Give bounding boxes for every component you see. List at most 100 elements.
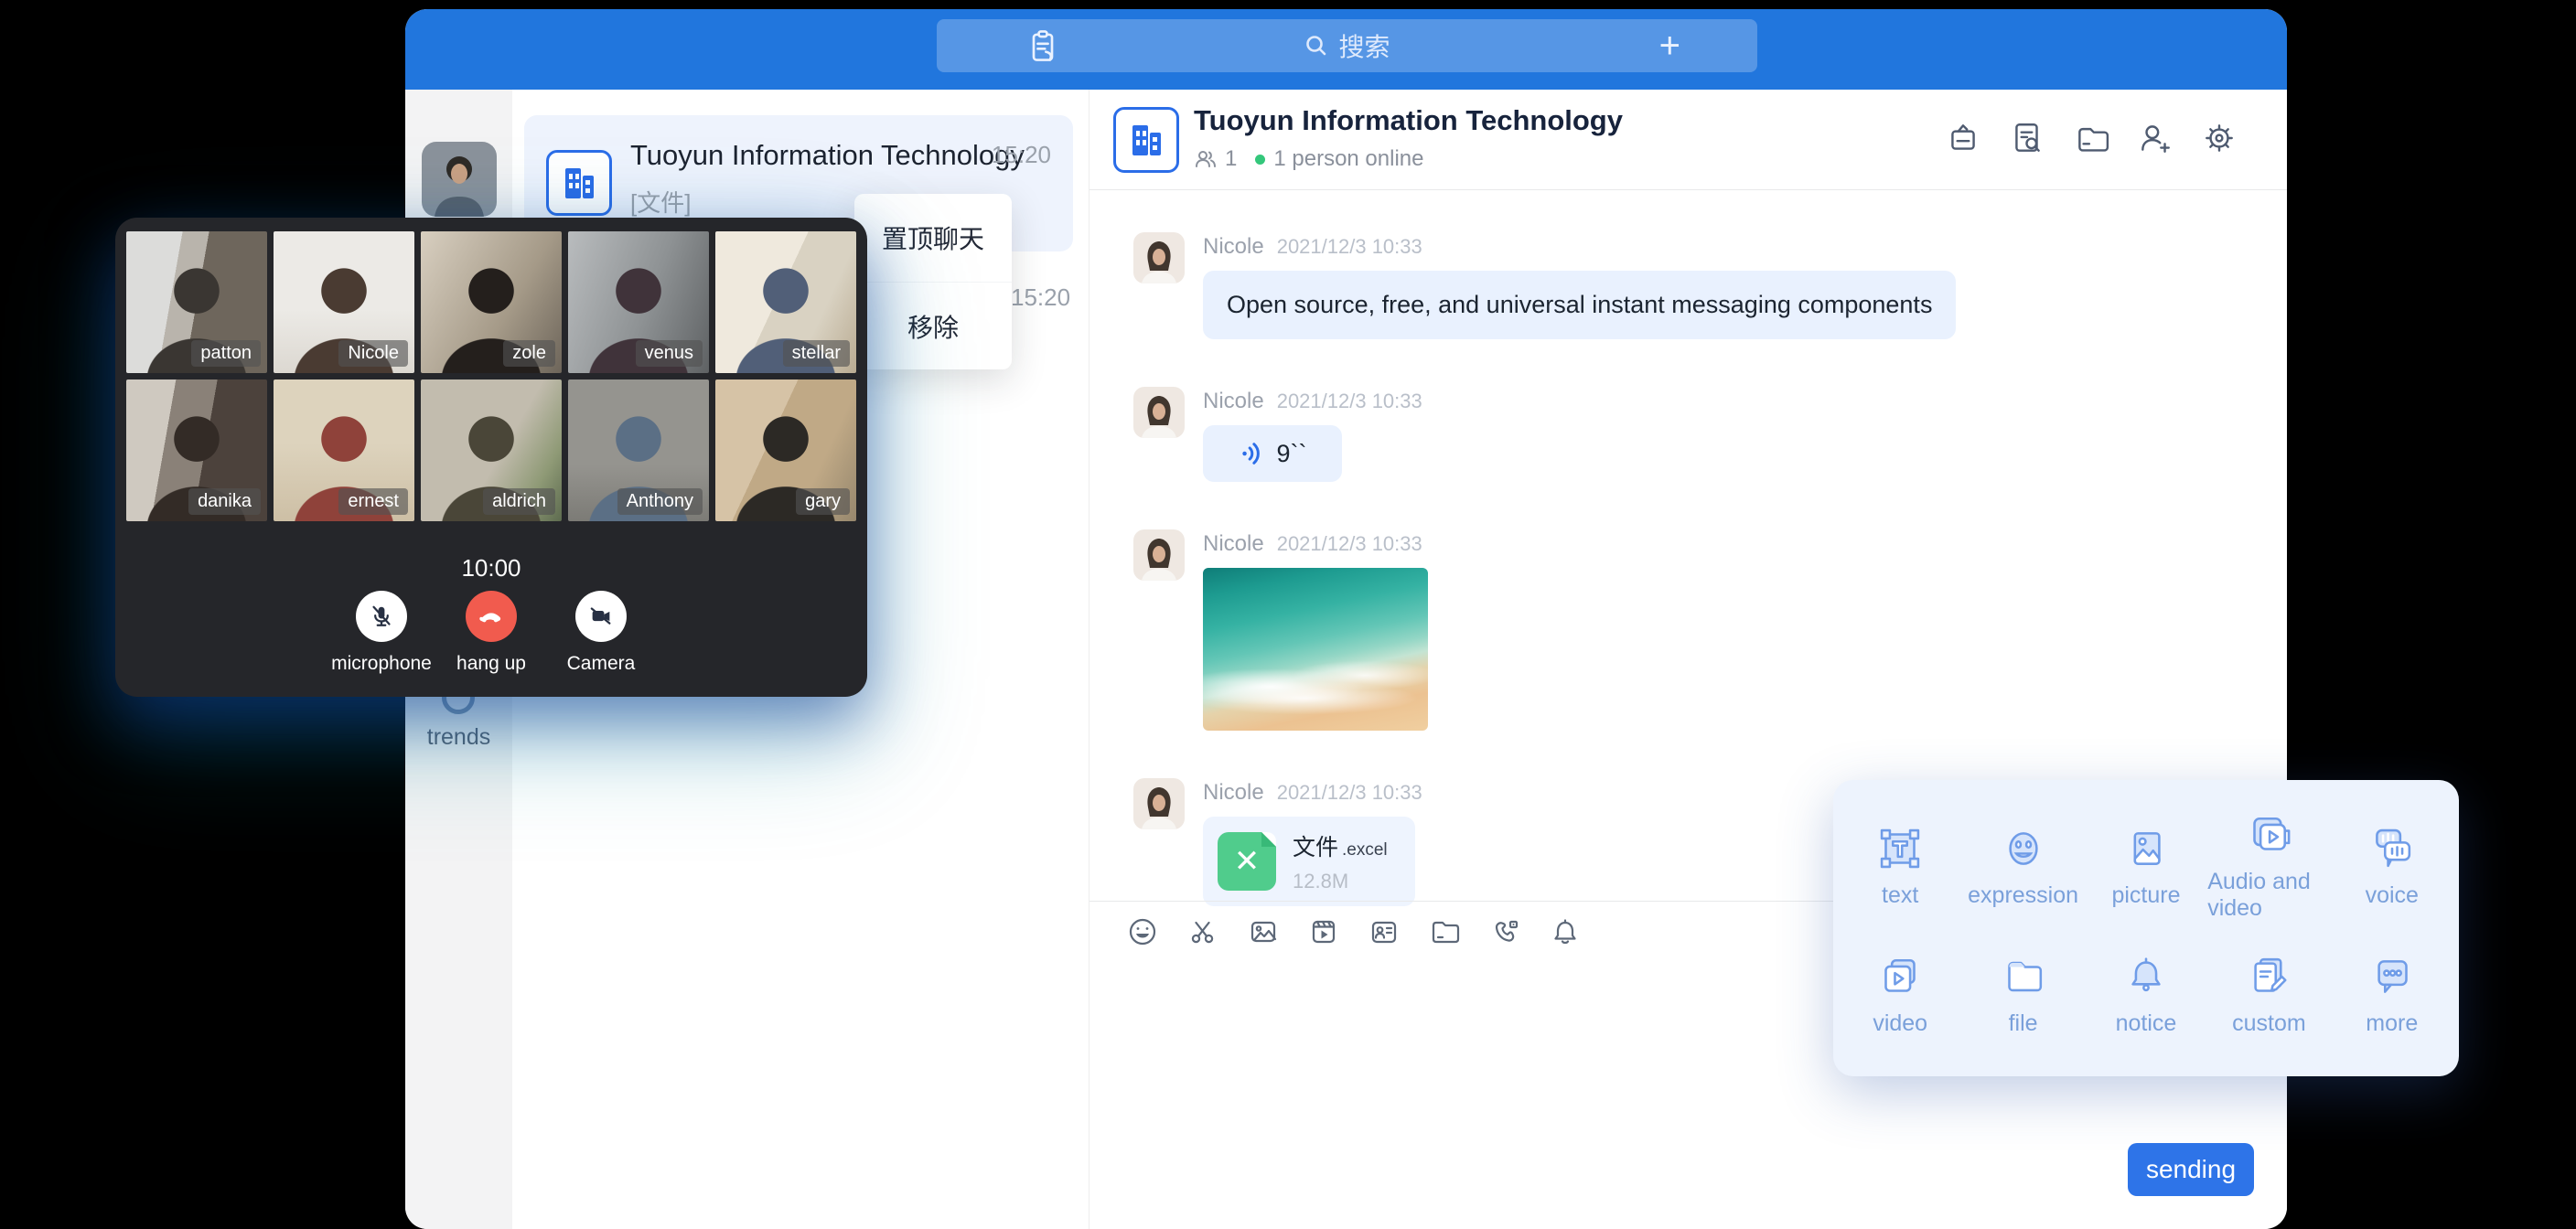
feature-file[interactable]: file: [1961, 928, 2084, 1056]
conversation-time: 15:20: [1011, 283, 1070, 312]
top-bar: 搜索 +: [405, 9, 2287, 90]
file-folder-icon[interactable]: [1428, 915, 1461, 948]
participant-tile: aldrich: [421, 379, 562, 521]
voice-message-bubble[interactable]: 9``: [1203, 425, 1342, 482]
message-type-panel: text expression picture Audio and video: [1833, 780, 2459, 1076]
conversation-last-message: [文件]: [630, 185, 691, 219]
notice-bell-icon: [2118, 948, 2174, 1005]
search-input[interactable]: 搜索 +: [937, 19, 1757, 72]
text-icon: [1872, 820, 1928, 877]
message-text: Nicole 2021/12/3 10:33 Open source, free…: [1133, 232, 2287, 339]
feature-voice[interactable]: voice: [2331, 800, 2453, 928]
hang-up-button[interactable]: hang up: [436, 591, 546, 675]
feature-expression[interactable]: expression: [1961, 800, 2084, 928]
message-time: 2021/12/3 10:33: [1277, 781, 1422, 805]
message-voice: Nicole 2021/12/3 10:33 9``: [1133, 387, 2287, 482]
participant-tile: gary: [715, 379, 856, 521]
conversation-title: Tuoyun Information Technology: [630, 139, 1025, 172]
video-icon: [1872, 948, 1928, 1005]
participant-grid: patton Nicole zole venus stellar danika …: [126, 231, 856, 521]
text-bubble: Open source, free, and universal instant…: [1203, 271, 1956, 339]
participant-tile: Anthony: [568, 379, 709, 521]
expression-icon: [1995, 820, 2052, 877]
message-time: 2021/12/3 10:33: [1277, 532, 1422, 556]
context-menu: 置顶聊天 移除: [854, 194, 1012, 369]
participant-name: zole: [503, 340, 555, 367]
feature-video[interactable]: video: [1839, 928, 1961, 1056]
feature-picture[interactable]: picture: [2085, 800, 2207, 928]
feature-audio-video[interactable]: Audio and video: [2207, 800, 2330, 928]
notification-bell-icon[interactable]: [1549, 915, 1582, 948]
menu-item-remove[interactable]: 移除: [854, 282, 1012, 369]
search-placeholder: 搜索: [1338, 27, 1390, 64]
send-button[interactable]: sending: [2128, 1143, 2254, 1196]
participant-name: ernest: [338, 488, 408, 515]
chat-history-search-icon[interactable]: [2009, 120, 2045, 156]
participant-tile: danika: [126, 379, 267, 521]
add-icon[interactable]: +: [1659, 31, 1680, 60]
video-clip-icon[interactable]: [1307, 915, 1340, 948]
participant-tile: patton: [126, 231, 267, 373]
participant-tile: stellar: [715, 231, 856, 373]
sender-avatar[interactable]: [1133, 387, 1185, 438]
audio-video-icon: [2240, 807, 2297, 863]
call-timer: 10:00: [115, 554, 867, 582]
participant-tile: Nicole: [274, 231, 414, 373]
voice-duration: 9``: [1277, 440, 1307, 468]
sender-avatar[interactable]: [1133, 778, 1185, 829]
feature-more[interactable]: more: [2331, 928, 2453, 1056]
sender-name: Nicole: [1203, 780, 1264, 806]
feature-custom[interactable]: custom: [2207, 928, 2330, 1056]
participant-name: Anthony: [617, 488, 703, 515]
custom-icon: [2240, 948, 2297, 1005]
members-icon: [1194, 147, 1218, 171]
voice-icon: [2364, 820, 2420, 877]
picture-icon: [2118, 820, 2174, 877]
sender-avatar[interactable]: [1133, 529, 1185, 581]
hang-up-icon: [476, 601, 507, 632]
excel-file-icon: ✕: [1218, 832, 1276, 891]
call-records-icon[interactable]: [1025, 27, 1061, 64]
add-member-icon[interactable]: [2137, 120, 2174, 156]
current-user-avatar[interactable]: [422, 142, 497, 217]
picture-icon[interactable]: [1247, 915, 1280, 948]
participant-name: aldrich: [483, 488, 555, 515]
file-message-bubble[interactable]: ✕ 文件.excel 12.8M: [1203, 817, 1415, 906]
search-icon: [1304, 33, 1329, 59]
sound-wave-icon: [1239, 440, 1266, 467]
ballot-icon[interactable]: [1945, 120, 1981, 156]
video-call-icon[interactable]: [1488, 915, 1521, 948]
chat-title: Tuoyun Information Technology: [1194, 104, 1623, 137]
sender-avatar[interactable]: [1133, 232, 1185, 283]
image-message-beach[interactable]: [1203, 568, 1428, 731]
contact-card-icon[interactable]: [1368, 915, 1401, 948]
more-icon: [2364, 948, 2420, 1005]
camera-muted-icon: [585, 601, 617, 632]
group-files-icon[interactable]: [2073, 120, 2109, 156]
call-controls: microphone hang up Camera: [115, 591, 867, 675]
video-call-overlay: patton Nicole zole venus stellar danika …: [115, 218, 867, 697]
feature-notice[interactable]: notice: [2085, 928, 2207, 1056]
message-time: 2021/12/3 10:33: [1277, 390, 1422, 413]
camera-toggle-button[interactable]: Camera: [546, 591, 656, 675]
microphone-toggle-button[interactable]: microphone: [327, 591, 436, 675]
feature-text[interactable]: text: [1839, 800, 1961, 928]
chat-header: Tuoyun Information Technology 1 1 person…: [1089, 90, 2287, 190]
online-dot: [1255, 155, 1265, 165]
mic-muted-icon: [366, 601, 397, 632]
trends-label[interactable]: trends: [405, 724, 512, 751]
menu-item-pin-chat[interactable]: 置顶聊天: [854, 194, 1012, 282]
file-name: 文件: [1293, 835, 1338, 860]
participant-name: stellar: [783, 340, 850, 367]
participant-tile: zole: [421, 231, 562, 373]
participant-name: patton: [191, 340, 261, 367]
emoji-icon[interactable]: [1126, 915, 1159, 948]
screenshot-scissors-icon[interactable]: [1186, 915, 1219, 948]
participant-name: venus: [636, 340, 703, 367]
organization-icon: [1113, 107, 1179, 173]
message-time: 2021/12/3 10:33: [1277, 235, 1422, 259]
participant-name: gary: [796, 488, 850, 515]
sender-name: Nicole: [1203, 531, 1264, 557]
settings-gear-icon[interactable]: [2201, 120, 2238, 156]
participant-tile: venus: [568, 231, 709, 373]
